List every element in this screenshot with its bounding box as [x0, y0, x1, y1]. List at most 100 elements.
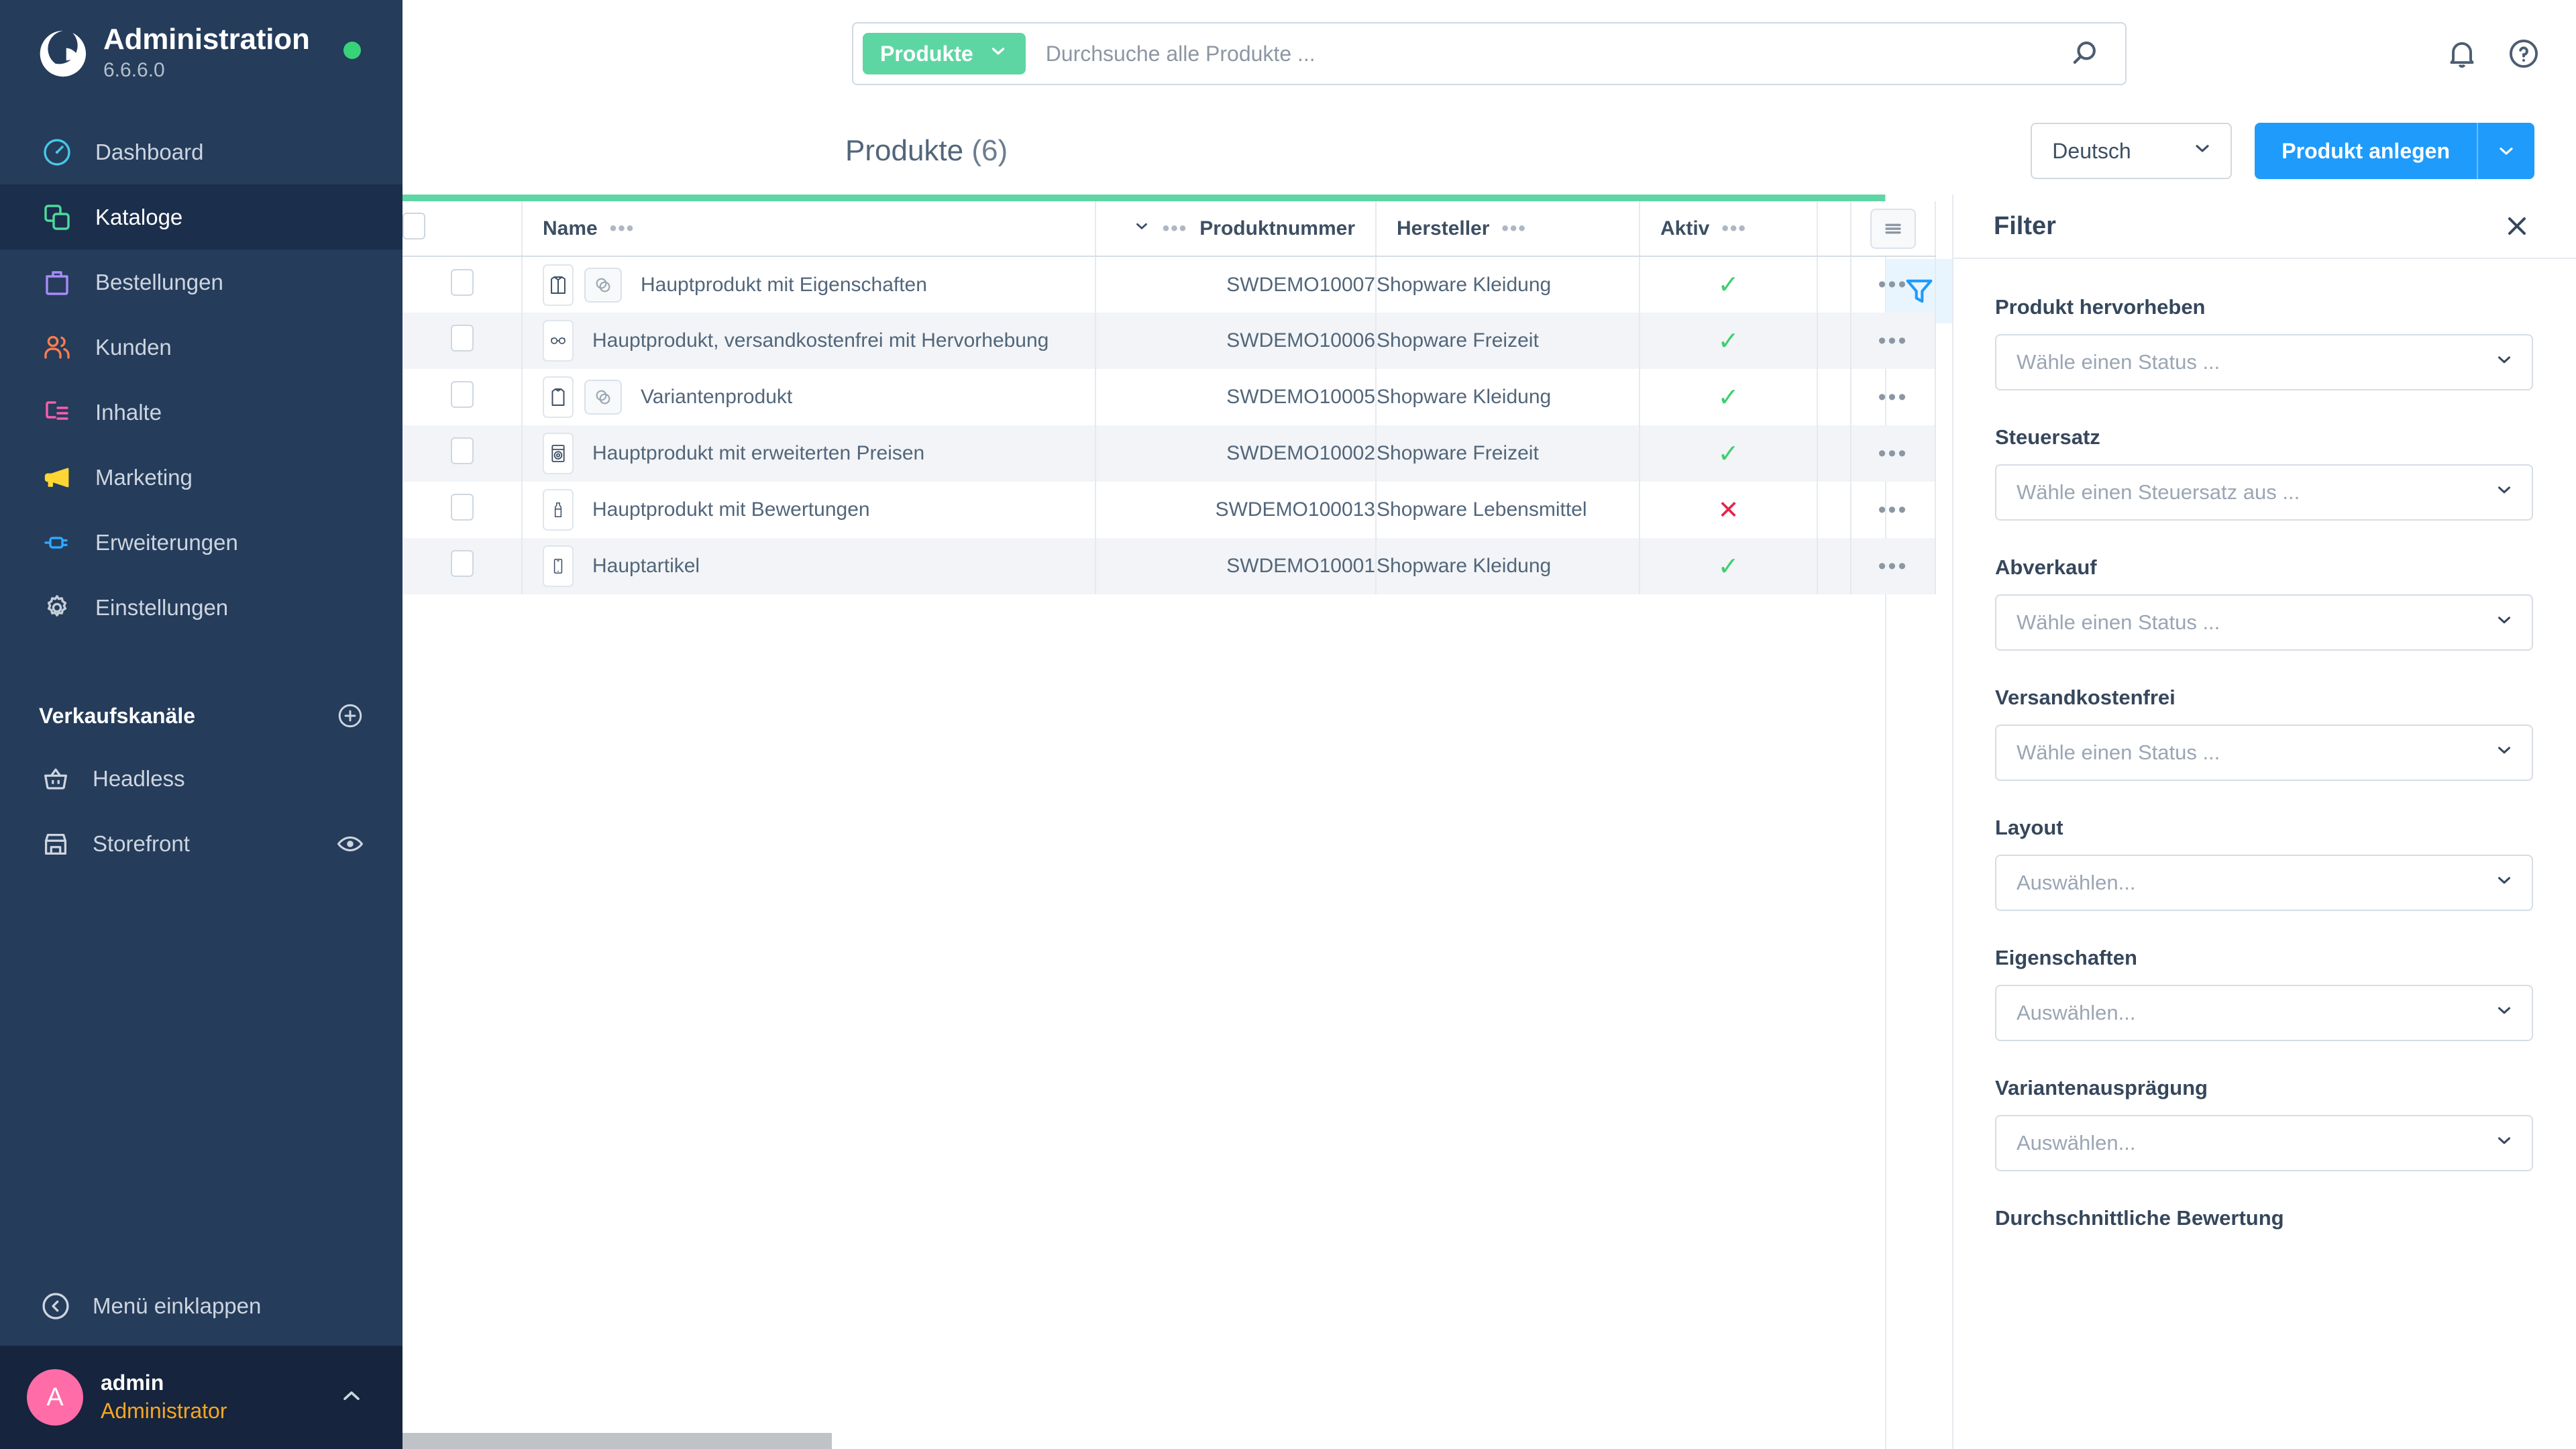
- search-input[interactable]: [1025, 41, 2068, 66]
- row-checkbox[interactable]: [450, 494, 474, 521]
- row-name-cell: Hauptprodukt mit erweiterten Preisen: [522, 425, 1096, 482]
- close-icon[interactable]: [2502, 211, 2532, 241]
- column-options-icon[interactable]: •••: [1163, 218, 1188, 238]
- language-select[interactable]: Deutsch: [2031, 123, 2233, 179]
- table-row[interactable]: Hauptprodukt, versandkostenfrei mit Herv…: [402, 313, 1936, 369]
- column-header-manufacturer-label: Hersteller: [1397, 217, 1490, 239]
- row-checkbox[interactable]: [450, 550, 474, 577]
- filter-select-steuersatz[interactable]: Wähle einen Steuersatz aus ...: [1995, 464, 2533, 521]
- scrollbar-thumb[interactable]: [402, 1433, 832, 1449]
- collapse-arrow-icon: [39, 1289, 72, 1323]
- row-checkbox[interactable]: [450, 325, 474, 352]
- sidebar-item-label: Dashboard: [95, 139, 204, 164]
- horizontal-scrollbar[interactable]: [402, 1433, 1885, 1449]
- bell-icon[interactable]: [2445, 36, 2479, 71]
- basket-icon: [39, 762, 72, 796]
- user-role: Administrator: [101, 1399, 227, 1423]
- preview-eye-icon[interactable]: [335, 829, 365, 859]
- filter-group-abverkauf: Abverkauf Wähle einen Status ...: [1995, 555, 2533, 651]
- user-menu[interactable]: A admin Administrator: [0, 1346, 402, 1449]
- column-settings-header: [1851, 201, 1936, 257]
- product-name[interactable]: Hauptprodukt mit Eigenschaften: [641, 274, 927, 297]
- product-name[interactable]: Hauptprodukt mit Bewertungen: [592, 498, 870, 521]
- column-options-icon[interactable]: •••: [1721, 218, 1747, 238]
- row-actions-icon[interactable]: •••: [1878, 328, 1909, 354]
- table-row[interactable]: Hauptprodukt mit Bewertungen SWDEMO10001…: [402, 482, 1936, 538]
- filter-panel-title: Filter: [1994, 211, 2056, 240]
- phone-icon: [543, 545, 574, 587]
- sidebar-item-kunden[interactable]: Kunden: [0, 315, 402, 380]
- filter-group-durchschnittliche-bewertung: Durchschnittliche Bewertung: [1995, 1206, 2533, 1230]
- search-scope-button[interactable]: Produkte: [863, 33, 1026, 74]
- chevron-down-icon: [2494, 350, 2514, 375]
- product-name[interactable]: Hauptprodukt mit erweiterten Preisen: [592, 442, 924, 465]
- sort-descending-icon[interactable]: [1133, 217, 1150, 240]
- create-product-dropdown-icon[interactable]: [2478, 123, 2534, 179]
- bottle-icon: [543, 489, 574, 531]
- global-search[interactable]: Produkte: [852, 22, 2127, 85]
- column-options-icon[interactable]: •••: [1501, 218, 1527, 238]
- filter-select-eigenschaften[interactable]: Auswählen...: [1995, 985, 2533, 1041]
- column-header-active[interactable]: Aktiv •••: [1640, 201, 1818, 257]
- product-name[interactable]: Hauptartikel: [592, 555, 700, 578]
- column-header-number[interactable]: ••• Produktnummer: [1095, 201, 1377, 257]
- filter-select-versandkostenfrei[interactable]: Wähle einen Status ...: [1995, 724, 2533, 781]
- column-header-name[interactable]: Name •••: [522, 201, 1096, 257]
- sidebar-item-marketing[interactable]: Marketing: [0, 445, 402, 510]
- add-sales-channel-icon[interactable]: [335, 701, 365, 731]
- row-actions-icon[interactable]: •••: [1878, 497, 1909, 523]
- status-dot: [343, 42, 361, 59]
- row-checkbox[interactable]: [450, 268, 474, 296]
- table-row[interactable]: Hauptartikel SWDEMO10001 Shopware Kleidu…: [402, 538, 1936, 594]
- filter-group-eigenschaften: Eigenschaften Auswählen...: [1995, 946, 2533, 1041]
- row-actions-icon[interactable]: •••: [1878, 272, 1909, 297]
- help-icon[interactable]: [2506, 36, 2541, 71]
- row-checkbox[interactable]: [450, 437, 474, 464]
- product-name[interactable]: Variantenprodukt: [641, 386, 792, 409]
- filter-select-placeholder: Wähle einen Status ...: [2017, 350, 2220, 374]
- row-select-cell: [402, 313, 523, 369]
- sidebar-item-erweiterungen[interactable]: Erweiterungen: [0, 510, 402, 575]
- search-icon[interactable]: [2068, 36, 2102, 71]
- row-spacer-cell: [1817, 256, 1851, 313]
- table-row[interactable]: Hauptprodukt mit erweiterten Preisen SWD…: [402, 425, 1936, 482]
- chevron-down-icon: [2494, 1130, 2514, 1156]
- row-actions-cell: •••: [1851, 313, 1936, 369]
- sidebar: Administration 6.6.6.0 Dashboard Katalog…: [0, 0, 402, 1449]
- page-header: Produkte (6) Deutsch Produkt anlegen: [402, 107, 2576, 195]
- create-product-button[interactable]: Produkt anlegen: [2255, 123, 2534, 179]
- sidebar-item-dashboard[interactable]: Dashboard: [0, 119, 402, 184]
- product-name[interactable]: Hauptprodukt, versandkostenfrei mit Herv…: [592, 329, 1049, 352]
- search-scope-label: Produkte: [880, 41, 973, 66]
- collapse-menu-button[interactable]: Menü einklappen: [0, 1267, 402, 1346]
- column-header-manufacturer[interactable]: Hersteller •••: [1376, 201, 1640, 257]
- sidebar-item-headless[interactable]: Headless: [0, 746, 402, 811]
- filter-select-produkt-hervorheben[interactable]: Wähle einen Status ...: [1995, 334, 2533, 390]
- filter-select-variantenauspraegung[interactable]: Auswählen...: [1995, 1115, 2533, 1171]
- filter-label: Steuersatz: [1995, 425, 2100, 449]
- filter-select-abverkauf[interactable]: Wähle einen Status ...: [1995, 594, 2533, 651]
- filter-panel-header: Filter: [1953, 195, 2576, 259]
- column-options-icon[interactable]: •••: [610, 218, 635, 238]
- gauge-icon: [39, 134, 75, 170]
- sidebar-title: Administration: [103, 22, 310, 56]
- row-actions-icon[interactable]: •••: [1878, 553, 1909, 579]
- sidebar-item-storefront[interactable]: Storefront: [0, 811, 402, 876]
- sidebar-item-kataloge[interactable]: Kataloge: [0, 184, 402, 250]
- row-name-cell: Hauptartikel: [522, 538, 1096, 594]
- columns-settings-icon[interactable]: [1870, 208, 1916, 249]
- sidebar-item-einstellungen[interactable]: Einstellungen: [0, 575, 402, 640]
- app-root: Administration 6.6.6.0 Dashboard Katalog…: [0, 0, 2576, 1449]
- filter-group-variantenauspraegung: Variantenausprägung Auswählen...: [1995, 1076, 2533, 1171]
- sidebar-item-bestellungen[interactable]: Bestellungen: [0, 250, 402, 315]
- row-actions-icon[interactable]: •••: [1878, 384, 1909, 410]
- chevron-up-icon[interactable]: [338, 1383, 365, 1413]
- table-row[interactable]: Variantenprodukt SWDEMO10005 Shopware Kl…: [402, 369, 1936, 425]
- select-all-checkbox[interactable]: [402, 212, 425, 239]
- row-checkbox[interactable]: [450, 381, 474, 408]
- dress-icon: [543, 376, 574, 418]
- row-actions-icon[interactable]: •••: [1878, 441, 1909, 466]
- sidebar-item-inhalte[interactable]: Inhalte: [0, 380, 402, 445]
- filter-select-layout[interactable]: Auswählen...: [1995, 855, 2533, 911]
- table-row[interactable]: Hauptprodukt mit Eigenschaften SWDEMO100…: [402, 256, 1936, 313]
